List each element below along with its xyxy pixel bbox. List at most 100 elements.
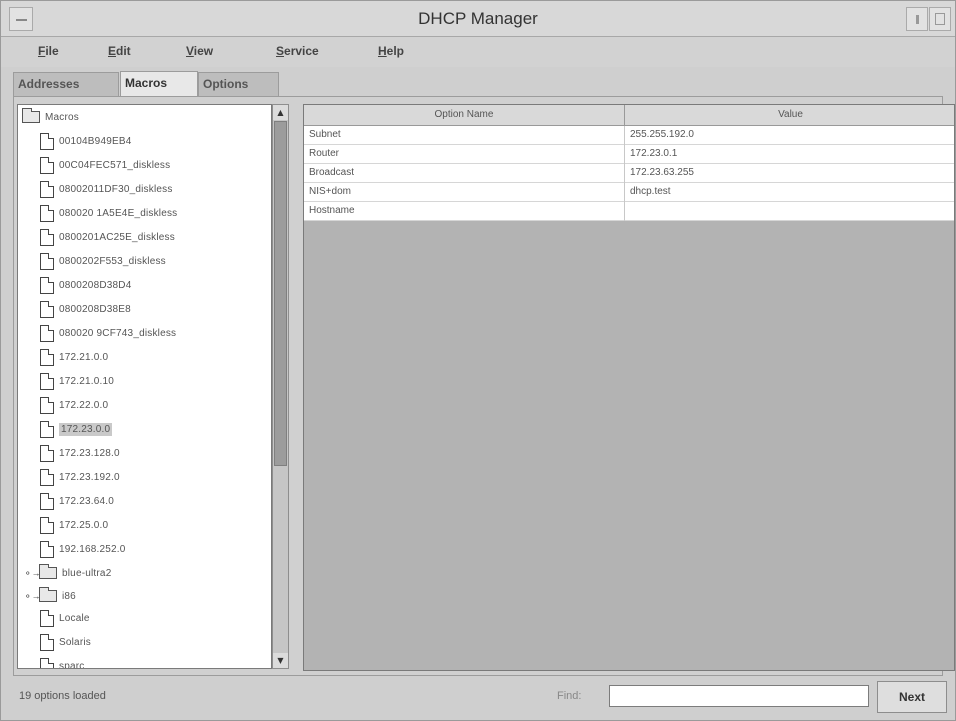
find-label: Find:	[557, 690, 582, 702]
cell-option-name: Subnet	[304, 126, 625, 145]
file-icon	[40, 228, 54, 246]
tree-item[interactable]: Solaris	[40, 631, 91, 653]
tree-item[interactable]: 080020 9CF743_diskless	[40, 322, 176, 344]
next-button[interactable]: Next	[877, 681, 947, 713]
tree-item-label: 0800208D38E8	[59, 303, 131, 315]
tree-item[interactable]: 172.22.0.0	[40, 394, 108, 416]
tree-folder-label: blue-ultra2	[62, 567, 112, 579]
status-text: 19 options loaded	[19, 690, 106, 702]
tree-root-label: Macros	[45, 111, 79, 123]
tree-folder-blue-ultra2[interactable]: ⚬→ blue-ultra2	[24, 562, 111, 584]
tree-item[interactable]: 00104B949EB4	[40, 130, 131, 152]
tree-item-label: Locale	[59, 612, 90, 624]
menu-edit[interactable]: Edit	[108, 44, 131, 58]
cell-value: 255.255.192.0	[630, 129, 694, 140]
menu-view-mnemonic: V	[186, 44, 194, 58]
title-bar: DHCP Manager	[1, 1, 955, 37]
tree-item[interactable]: sparc	[40, 655, 85, 669]
tree-item-label: 080020 1A5E4E_diskless	[59, 207, 178, 219]
tree-root-macros[interactable]: Macros	[22, 106, 79, 128]
window-title: DHCP Manager	[418, 9, 538, 28]
folder-icon	[39, 564, 57, 579]
find-input[interactable]	[609, 685, 869, 707]
menu-view[interactable]: View	[186, 44, 213, 58]
tree-item[interactable]: 080020 1A5E4E_diskless	[40, 202, 177, 224]
cell-value: 172.23.0.1	[630, 148, 678, 159]
tree-item[interactable]: 192.168.252.0	[40, 538, 126, 560]
tree-item-label: 172.21.0.10	[59, 375, 115, 387]
menu-view-label: iew	[193, 44, 214, 58]
scroll-thumb[interactable]	[274, 121, 287, 466]
tree-scrollbar[interactable]: ▲ ▼	[272, 104, 289, 669]
tree-item-label: 0800201AC25E_diskless	[59, 231, 175, 243]
file-icon	[40, 516, 54, 534]
table-row[interactable]: Subnet 255.255.192.0	[304, 126, 954, 145]
tree-item[interactable]: 0800208D38D4	[40, 274, 131, 296]
tree-item-label: 172.23.64.0	[59, 495, 115, 507]
minimize-icon	[916, 15, 919, 24]
column-header-value[interactable]: Value	[625, 105, 954, 126]
table-row[interactable]: Router 172.23.0.1	[304, 145, 954, 164]
tree-folder-i86[interactable]: ⚬→ i86	[24, 585, 76, 607]
expand-arrow-icon[interactable]: ⚬→	[24, 591, 41, 602]
tree-item-label: 172.23.0.0	[59, 422, 113, 436]
table-row[interactable]: Broadcast 172.23.63.255	[304, 164, 954, 183]
tree-item[interactable]: 08002011DF30_diskless	[40, 178, 173, 200]
table-row[interactable]: Hostname	[304, 202, 954, 221]
tab-addresses[interactable]: Addresses	[13, 72, 119, 96]
file-icon	[40, 324, 54, 342]
dhcp-manager-window: DHCP Manager File Edit View Service Help…	[0, 0, 956, 721]
tree-item[interactable]: 172.21.0.10	[40, 370, 114, 392]
tree-item[interactable]: 172.23.192.0	[40, 466, 120, 488]
tree-item-label: 0800202F553_diskless	[59, 255, 166, 267]
file-icon	[40, 252, 54, 270]
file-icon	[40, 396, 54, 414]
cell-value	[625, 202, 954, 221]
macro-tree: Macros 00104B949EB4 00C04FEC571_diskless…	[17, 104, 272, 669]
scroll-up-arrow-icon[interactable]: ▲	[273, 105, 288, 120]
maximize-button[interactable]	[929, 7, 951, 31]
tree-item[interactable]: Locale	[40, 607, 90, 629]
menu-help[interactable]: Help	[378, 44, 404, 58]
menu-help-label: elp	[386, 44, 405, 58]
scroll-down-arrow-icon[interactable]: ▼	[273, 653, 288, 668]
cell-value: 172.23.63.255	[630, 167, 694, 178]
menu-help-mnemonic: H	[378, 44, 387, 58]
tree-item[interactable]: 0800208D38E8	[40, 298, 131, 320]
tab-options[interactable]: Options	[198, 72, 279, 96]
table-header: Option Name Value	[304, 105, 954, 126]
cell-option-name: Hostname	[304, 202, 625, 221]
tree-item-label: sparc	[59, 660, 85, 669]
tree-item-label: 172.25.0.0	[59, 519, 109, 531]
tree-item[interactable]: 00C04FEC571_diskless	[40, 154, 170, 176]
tree-item-label: 080020 9CF743_diskless	[59, 327, 177, 339]
minimize-button[interactable]	[906, 7, 928, 31]
tree-item-label: 172.21.0.0	[59, 351, 109, 363]
file-icon	[40, 657, 54, 668]
maximize-icon	[935, 13, 945, 25]
tab-macros[interactable]: Macros	[120, 71, 198, 97]
tree-item[interactable]: 172.23.64.0	[40, 490, 114, 512]
file-icon	[40, 420, 54, 438]
tree-item[interactable]: 172.25.0.0	[40, 514, 108, 536]
menu-service[interactable]: Service	[276, 44, 319, 58]
menu-file[interactable]: File	[38, 44, 59, 58]
column-header-option-name[interactable]: Option Name	[304, 105, 625, 126]
cell-value: dhcp.test	[630, 186, 671, 197]
expand-arrow-icon[interactable]: ⚬→	[24, 568, 41, 579]
file-icon	[40, 468, 54, 486]
menu-file-label: ile	[45, 44, 59, 58]
file-icon	[40, 540, 54, 558]
table-row[interactable]: NIS+dom dhcp.test	[304, 183, 954, 202]
tree-item[interactable]: 172.23.128.0	[40, 442, 120, 464]
tree-item[interactable]: 172.21.0.0	[40, 346, 108, 368]
file-icon	[40, 300, 54, 318]
tree-item[interactable]: 0800202F553_diskless	[40, 250, 166, 272]
tree-item-label: 172.23.192.0	[59, 471, 120, 483]
file-icon	[40, 633, 54, 651]
tree-item-selected[interactable]: 172.23.0.0	[40, 418, 113, 440]
file-icon	[40, 156, 54, 174]
menu-service-mnemonic: S	[276, 44, 285, 58]
tree-item-label: 172.23.128.0	[59, 447, 120, 459]
tree-item[interactable]: 0800201AC25E_diskless	[40, 226, 175, 248]
